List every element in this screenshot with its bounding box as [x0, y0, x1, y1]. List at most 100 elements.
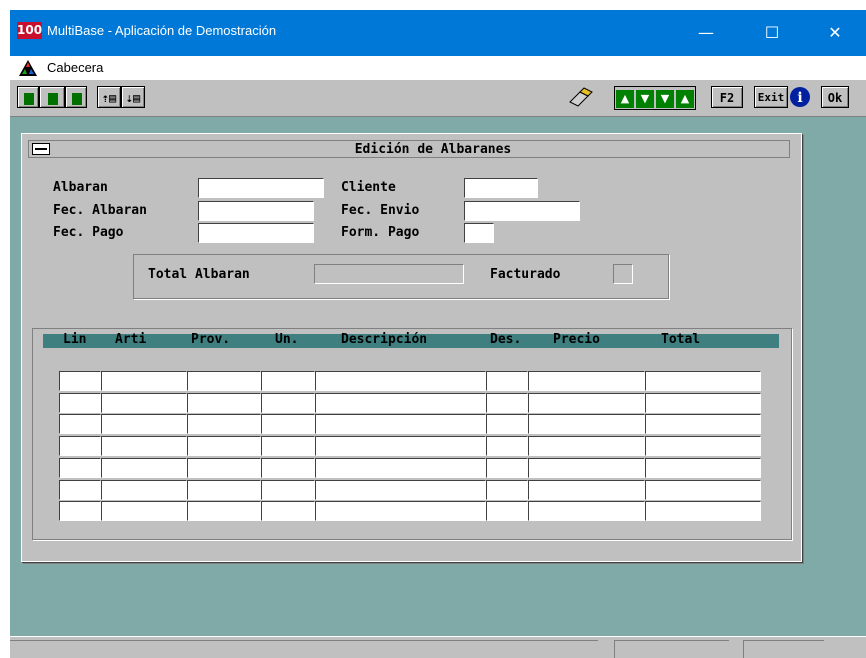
cliente-field[interactable] [464, 178, 538, 198]
grid-cell[interactable] [528, 480, 645, 500]
delete-record-button[interactable] [65, 86, 87, 108]
next-page-button[interactable]: ⇣▤ [121, 86, 145, 108]
info-button[interactable]: i [789, 86, 811, 108]
grid-cell[interactable] [645, 393, 761, 413]
status-panel-3 [743, 640, 824, 658]
grid-cell[interactable] [261, 458, 315, 478]
grid-cell[interactable] [315, 393, 486, 413]
grid-cell[interactable] [486, 480, 528, 500]
grid-cell[interactable] [528, 414, 645, 434]
grid-cell[interactable] [645, 501, 761, 521]
next-page-icon: ⇣▤ [125, 91, 141, 105]
ok-button[interactable]: Ok [821, 86, 849, 108]
eraser-icon [569, 87, 593, 107]
albaran-label: Albaran [53, 180, 108, 195]
form-pago-label: Form. Pago [341, 225, 420, 240]
grid-cell[interactable] [187, 501, 261, 521]
col-header-descripcion: Descripción [341, 332, 428, 347]
minimize-button[interactable]: — [683, 10, 729, 56]
grid-cell[interactable] [645, 371, 761, 391]
col-header-arti: Arti [115, 332, 147, 347]
fec-envio-label: Fec. Envio [341, 203, 420, 218]
grid-cell[interactable] [486, 371, 528, 391]
grid-cell[interactable] [645, 458, 761, 478]
fec-envio-field[interactable] [464, 201, 580, 221]
exit-button[interactable]: Exit [754, 86, 788, 108]
eraser-button[interactable] [566, 86, 596, 108]
col-header-lin: Lin [63, 332, 87, 347]
maximize-button[interactable]: ☐ [749, 10, 795, 56]
grid-cell[interactable] [261, 501, 315, 521]
grid-cell[interactable] [187, 414, 261, 434]
nav-first-icon[interactable]: ▲ [676, 90, 694, 108]
grid-cell[interactable] [315, 501, 486, 521]
insert-record-icon [24, 92, 34, 105]
col-header-des: Des. [490, 332, 522, 347]
grid-cell[interactable] [261, 436, 315, 456]
grid-cell[interactable] [187, 458, 261, 478]
grid-cell[interactable] [59, 436, 101, 456]
insert-record-button[interactable] [17, 86, 39, 108]
grid-cell[interactable] [315, 414, 486, 434]
grid-cell[interactable] [59, 480, 101, 500]
grid-cell[interactable] [101, 414, 187, 434]
close-button[interactable]: ✕ [812, 10, 858, 56]
nav-buttons: ▲ ▼ ▼ ▲ [614, 86, 696, 110]
fec-albaran-field[interactable] [198, 201, 314, 221]
grid-cell[interactable] [486, 501, 528, 521]
svg-text:i: i [797, 90, 802, 106]
grid-cell[interactable] [486, 393, 528, 413]
grid-cell[interactable] [59, 393, 101, 413]
grid-cell[interactable] [528, 371, 645, 391]
col-header-prov: Prov. [191, 332, 231, 347]
grid-cell[interactable] [187, 480, 261, 500]
grid-cell[interactable] [486, 458, 528, 478]
grid-cell[interactable] [59, 414, 101, 434]
albaran-field[interactable] [198, 178, 324, 198]
grid-cell[interactable] [528, 436, 645, 456]
total-albaran-label: Total Albaran [148, 267, 250, 282]
grid-cell[interactable] [645, 414, 761, 434]
nav-up-icon[interactable]: ▲ [616, 90, 634, 108]
grid-cell[interactable] [59, 371, 101, 391]
grid-cell[interactable] [101, 393, 187, 413]
grid-cell[interactable] [315, 458, 486, 478]
first-page-icon: ⇡▤ [101, 91, 117, 105]
grid-cell[interactable] [101, 501, 187, 521]
edit-record-button[interactable] [39, 86, 65, 108]
first-page-button[interactable]: ⇡▤ [97, 86, 121, 108]
grid-cell[interactable] [187, 371, 261, 391]
grid-cell[interactable] [101, 480, 187, 500]
grid-cell[interactable] [528, 458, 645, 478]
nav-down-icon[interactable]: ▼ [636, 90, 654, 108]
grid-cell[interactable] [261, 371, 315, 391]
edit-record-icon [48, 92, 58, 105]
grid-cell[interactable] [645, 436, 761, 456]
fec-pago-field[interactable] [198, 223, 314, 243]
menu-item-cabecera[interactable]: Cabecera [47, 60, 103, 75]
grid-cell[interactable] [187, 393, 261, 413]
grid-cell[interactable] [101, 371, 187, 391]
grid-cell[interactable] [261, 480, 315, 500]
grid-cell[interactable] [645, 480, 761, 500]
grid-cell[interactable] [486, 414, 528, 434]
grid-cell[interactable] [528, 501, 645, 521]
nav-last-icon[interactable]: ▼ [656, 90, 674, 108]
status-panel-2 [614, 640, 729, 658]
grid-cell[interactable] [315, 436, 486, 456]
grid-cell[interactable] [261, 393, 315, 413]
grid-cell[interactable] [315, 371, 486, 391]
grid-cell[interactable] [528, 393, 645, 413]
grid-cell[interactable] [59, 501, 101, 521]
grid-cell[interactable] [59, 458, 101, 478]
grid-cell[interactable] [187, 436, 261, 456]
grid-cell[interactable] [101, 458, 187, 478]
f2-button[interactable]: F2 [711, 86, 743, 108]
grid-cell[interactable] [261, 414, 315, 434]
grid-cell[interactable] [315, 480, 486, 500]
grid-cell[interactable] [101, 436, 187, 456]
grid-cell[interactable] [486, 436, 528, 456]
col-header-un: Un. [275, 332, 299, 347]
menu-logo-icon [19, 60, 37, 76]
form-pago-field[interactable] [464, 223, 494, 243]
